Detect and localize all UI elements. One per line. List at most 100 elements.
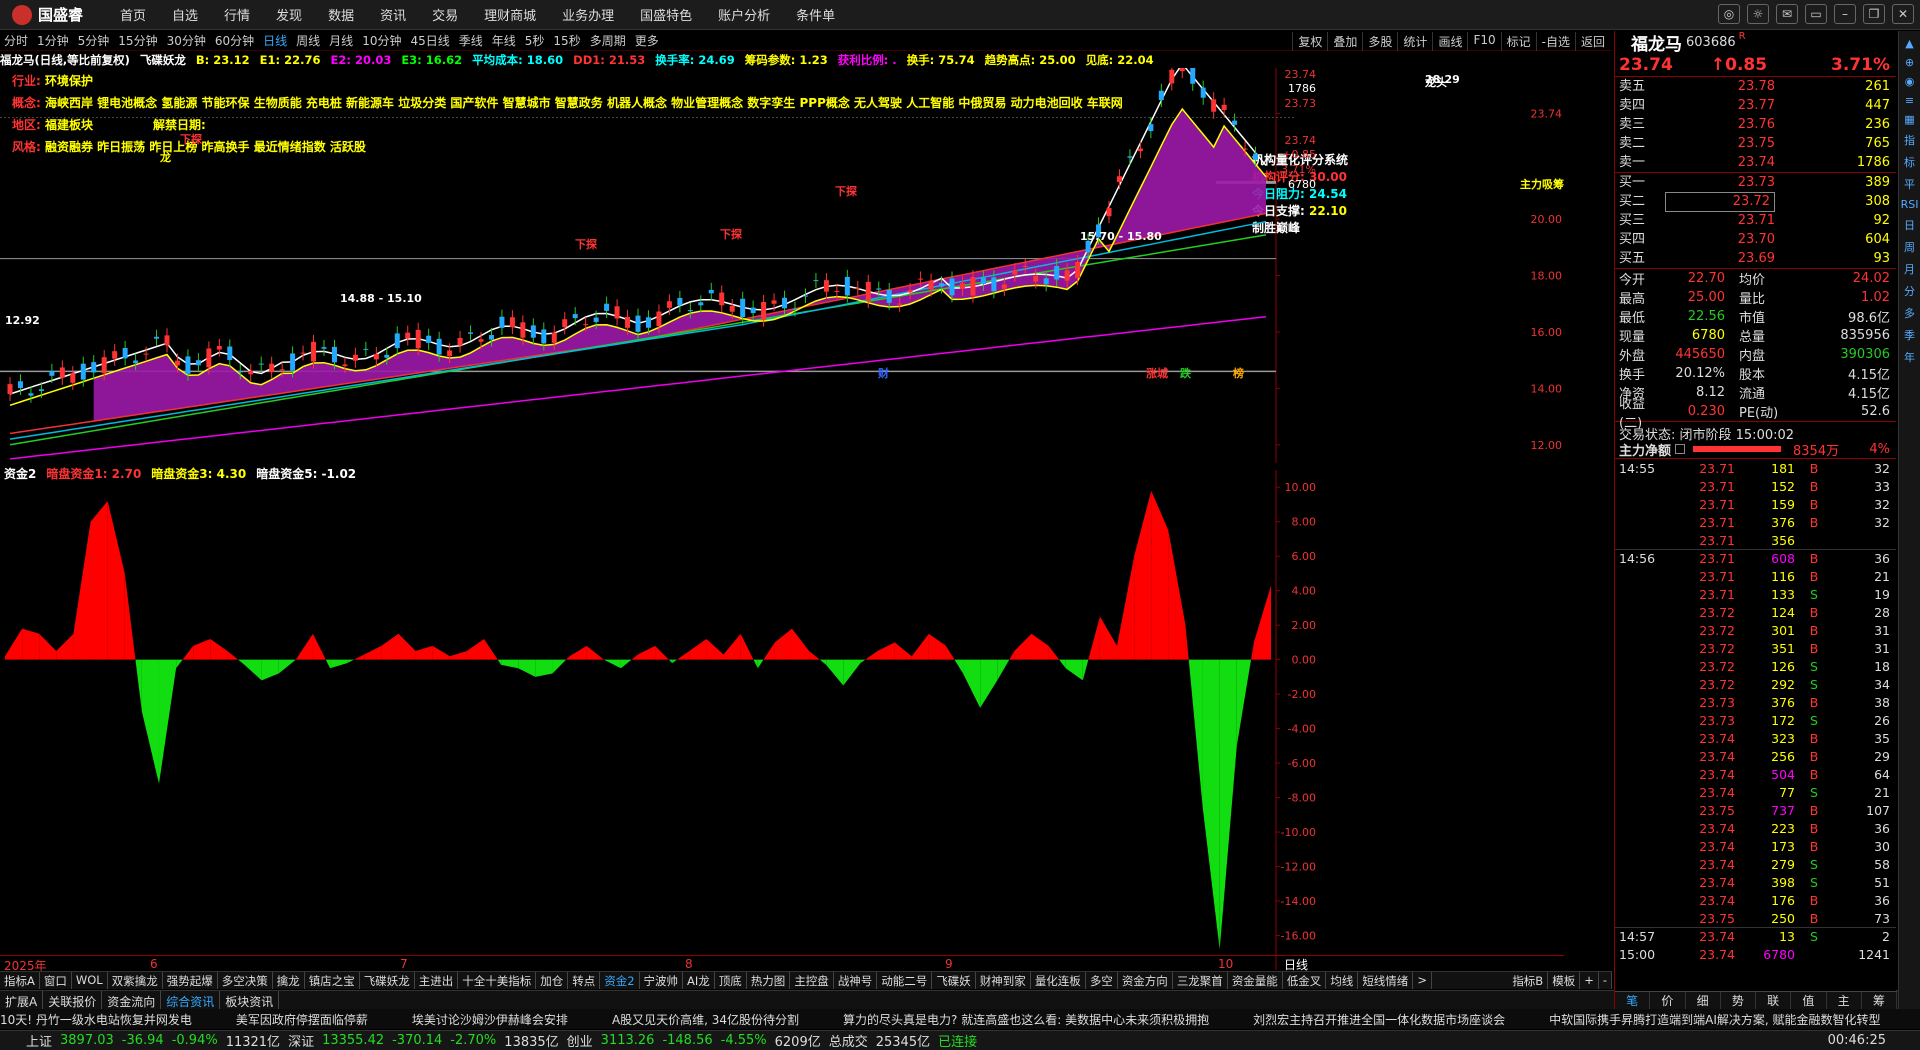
restore-icon[interactable]: ❐ bbox=[1863, 4, 1885, 24]
indicator-tab[interactable]: 资金2 bbox=[600, 972, 640, 989]
menu-item[interactable]: 自选 bbox=[172, 5, 198, 24]
indicator-tab[interactable]: 主进出 bbox=[415, 972, 459, 989]
tab-right-button[interactable]: - bbox=[1599, 972, 1612, 989]
side-tool-icon[interactable]: ≡ bbox=[1905, 94, 1914, 107]
info-tab[interactable]: 综合资讯 bbox=[161, 991, 221, 1009]
tool-button[interactable]: 统计 bbox=[1397, 32, 1432, 51]
news-item[interactable]: A股又见天价高维, 34亿股份待分割 bbox=[612, 1011, 799, 1028]
info-tab[interactable]: 板块资讯 bbox=[220, 991, 280, 1009]
menu-item[interactable]: 业务办理 bbox=[562, 5, 614, 24]
mail-icon[interactable]: ✉ bbox=[1776, 4, 1798, 24]
indicator-tab[interactable]: 均线 bbox=[1326, 972, 1359, 989]
tab-right-button[interactable]: + bbox=[1580, 972, 1599, 989]
cy-index-label[interactable]: 创业 bbox=[567, 1031, 593, 1050]
indicator-tab[interactable]: 动能二号 bbox=[877, 972, 933, 989]
indicator-tab[interactable]: 双紫擒龙 bbox=[108, 972, 163, 989]
tool-button[interactable]: 返回 bbox=[1574, 32, 1610, 51]
skin-icon[interactable]: ☼ bbox=[1747, 4, 1769, 24]
orderbook-row[interactable]: 卖一 23.74 1786 bbox=[1615, 153, 1896, 172]
indicator-tab[interactable]: 热力图 bbox=[747, 972, 791, 989]
side-tool[interactable]: 多 bbox=[1904, 305, 1915, 321]
news-item[interactable]: 算力的尽头真是电力? 就连高盛也这么看: 美数据中心未来须积极拥抱 bbox=[843, 1011, 1209, 1028]
quote-tab[interactable]: 筹 bbox=[1862, 992, 1897, 1009]
orderbook-row[interactable]: 买四 23.70 604 bbox=[1615, 230, 1896, 249]
close-icon[interactable]: ✕ bbox=[1892, 4, 1914, 24]
quote-tab[interactable]: 细 bbox=[1686, 992, 1721, 1009]
tool-button[interactable]: F10 bbox=[1467, 32, 1500, 51]
menu-item[interactable]: 行情 bbox=[224, 5, 250, 24]
indicator-tab[interactable]: 加仓 bbox=[536, 972, 569, 989]
menu-item[interactable]: 条件单 bbox=[796, 5, 835, 24]
side-tool[interactable]: 季 bbox=[1904, 327, 1915, 343]
news-item[interactable]: 美军因政府停摆面临停薪 bbox=[236, 1011, 368, 1028]
period-tab[interactable]: 45日线 bbox=[410, 32, 449, 49]
orderbook-row[interactable]: 买二 23.72 308 bbox=[1615, 191, 1896, 212]
info-tab[interactable]: 资金流向 bbox=[102, 991, 162, 1009]
tabs-scroll-icon[interactable]: > bbox=[1413, 972, 1432, 989]
period-tab[interactable]: 15秒 bbox=[553, 32, 580, 49]
indicator-tab[interactable]: 资金量能 bbox=[1228, 972, 1283, 989]
indicator-tab[interactable]: 战神号 bbox=[834, 972, 878, 989]
indicator-tab[interactable]: 主控盘 bbox=[790, 972, 834, 989]
period-tab[interactable]: 更多 bbox=[635, 32, 659, 49]
app-logo[interactable]: 国盛睿 bbox=[0, 4, 120, 25]
indicator-tab[interactable]: 量化连板 bbox=[1031, 972, 1086, 989]
indicator-tab[interactable]: 多空 bbox=[1086, 972, 1118, 989]
small-window-icon[interactable]: ▭ bbox=[1805, 4, 1827, 24]
side-tool-icon[interactable]: ▦ bbox=[1904, 113, 1914, 126]
period-tab[interactable]: 60分钟 bbox=[215, 32, 254, 49]
indicator-tab[interactable]: 低金叉 bbox=[1283, 972, 1327, 989]
fund-flow-chart[interactable]: 10.00 8.00 6.00 4.00 2.00 0.00 -2.00 -4.00 -6.00… bbox=[0, 470, 1566, 970]
indicator-tab[interactable]: 短线情绪 bbox=[1358, 972, 1414, 989]
kline-chart[interactable]: 12.0014.0016.0018.0020.0023.7423.7417862… bbox=[0, 68, 1566, 463]
menu-item[interactable]: 理财商城 bbox=[484, 5, 536, 24]
menu-item[interactable]: 发现 bbox=[276, 5, 302, 24]
info-tab[interactable]: 关联报价 bbox=[43, 991, 103, 1009]
indicator-tab[interactable]: 镇店之宝 bbox=[305, 972, 360, 989]
tab-right-button[interactable]: 模板 bbox=[1548, 972, 1581, 989]
indicator-tab[interactable]: 转点 bbox=[568, 972, 601, 989]
menu-item[interactable]: 交易 bbox=[432, 5, 458, 24]
period-tab[interactable]: 多周期 bbox=[590, 32, 626, 49]
quote-tab[interactable]: 势 bbox=[1721, 992, 1756, 1009]
sh-index-label[interactable]: 上证 bbox=[26, 1031, 52, 1050]
side-tool[interactable]: 指 bbox=[1904, 132, 1915, 148]
quote-tab[interactable]: 值 bbox=[1791, 992, 1827, 1009]
quote-tab[interactable]: 笔 bbox=[1615, 992, 1651, 1009]
indicator-tab[interactable]: WOL bbox=[72, 972, 108, 989]
period-tab[interactable]: 1分钟 bbox=[37, 32, 69, 49]
news-item[interactable]: 中软国际携手昇腾打造端到端AI解决方案, 赋能金融数智化转型 bbox=[1549, 1011, 1880, 1028]
tick-list[interactable]: 14:55 23.71 181 B 32 23.71 152 B 33 23.71 159 B 32 23… bbox=[1615, 459, 1896, 963]
period-tab[interactable]: 日线 bbox=[263, 32, 287, 49]
indicator-tab[interactable]: 多空决策 bbox=[218, 972, 273, 989]
tool-button[interactable]: 标记 bbox=[1500, 32, 1536, 51]
tool-button[interactable]: 复权 bbox=[1292, 32, 1327, 51]
indicator-tab[interactable]: 财神到家 bbox=[976, 972, 1031, 989]
mainflow-toggle-icon[interactable] bbox=[1675, 444, 1686, 454]
tool-button[interactable]: 叠加 bbox=[1327, 32, 1362, 51]
period-tab[interactable]: 30分钟 bbox=[167, 32, 206, 49]
indicator-tab[interactable]: 三龙聚首 bbox=[1173, 972, 1228, 989]
side-tool[interactable]: 平 bbox=[1904, 176, 1915, 192]
side-tool[interactable]: 分 bbox=[1904, 283, 1915, 299]
indicator-tab[interactable]: 宁波帅 bbox=[640, 972, 684, 989]
news-item[interactable]: 埃美讨论沙姆沙伊赫峰会安排 bbox=[412, 1011, 568, 1028]
indicator-tab[interactable]: 资金方向 bbox=[1118, 972, 1173, 989]
orderbook-row[interactable]: 卖二 23.75 765 bbox=[1615, 134, 1896, 153]
period-tab[interactable]: 周线 bbox=[296, 32, 320, 49]
tool-button[interactable]: 多股 bbox=[1362, 32, 1397, 51]
indicator-tab[interactable]: 指标A bbox=[0, 972, 40, 989]
menu-item[interactable]: 首页 bbox=[120, 5, 146, 24]
side-tool[interactable]: 周 bbox=[1904, 239, 1915, 255]
period-tab[interactable]: 年线 bbox=[492, 32, 516, 49]
orderbook-row[interactable]: 卖五 23.78 261 bbox=[1615, 77, 1896, 96]
orderbook-row[interactable]: 买一 23.73 389 bbox=[1615, 173, 1896, 192]
news-item[interactable]: 10天! 丹竹一级水电站恢复并网发电 bbox=[0, 1011, 192, 1028]
period-tab[interactable]: 季线 bbox=[459, 32, 483, 49]
period-tab[interactable]: 分时 bbox=[4, 32, 28, 49]
period-tab[interactable]: 5秒 bbox=[525, 32, 545, 49]
quote-tab[interactable]: 联 bbox=[1756, 992, 1792, 1009]
menu-item[interactable]: 资讯 bbox=[380, 5, 406, 24]
message-icon[interactable]: ◎ bbox=[1718, 4, 1740, 24]
side-tool[interactable]: 年 bbox=[1904, 349, 1915, 365]
